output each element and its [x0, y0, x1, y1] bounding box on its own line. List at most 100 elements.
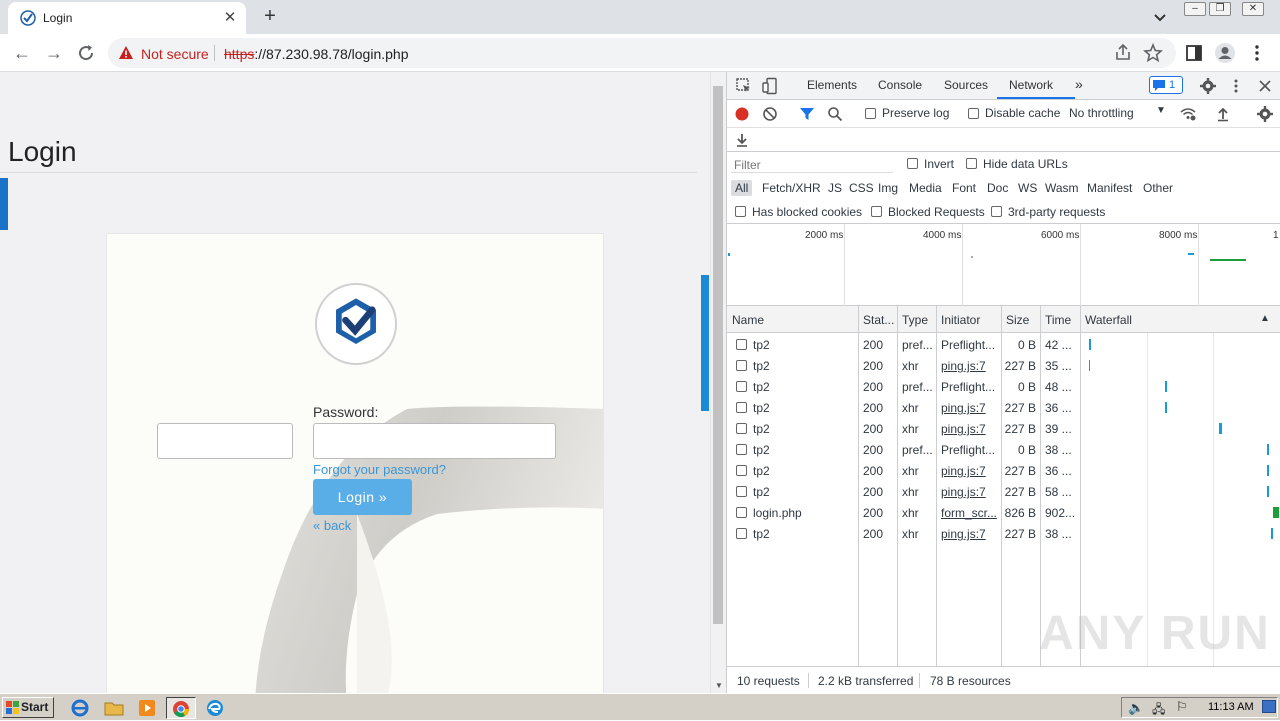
device-toolbar-icon[interactable] — [761, 77, 779, 95]
table-row[interactable]: tp2 200 xhr ping.js:7 227 B 38 ... — [727, 523, 1280, 544]
volume-icon[interactable]: 🔈 — [1128, 700, 1144, 716]
internet-explorer-icon[interactable] — [68, 697, 92, 719]
restore-window-button[interactable]: ❐ — [1209, 2, 1231, 16]
type-filter-other[interactable]: Other — [1143, 181, 1173, 195]
network-conditions-icon[interactable] — [1179, 105, 1197, 123]
throttling-dropdown-icon[interactable]: ▼ — [1156, 105, 1166, 116]
search-icon[interactable] — [826, 105, 844, 123]
reload-icon[interactable] — [74, 41, 98, 65]
row-checkbox[interactable] — [736, 486, 747, 497]
table-row[interactable]: tp2 200 xhr ping.js:7 227 B 35 ... — [727, 355, 1280, 376]
tab-sources[interactable]: Sources — [944, 78, 988, 92]
back-arrow-icon[interactable]: ← — [10, 41, 34, 65]
tab-console[interactable]: Console — [878, 78, 922, 92]
import-har-upload-icon[interactable] — [1214, 105, 1232, 123]
tab-close-icon[interactable]: ✕ — [220, 8, 240, 28]
third-party-checkbox[interactable] — [991, 206, 1002, 217]
type-filter-font[interactable]: Font — [952, 181, 976, 195]
close-devtools-icon[interactable] — [1256, 77, 1274, 95]
tab-search-chevron-down-icon[interactable] — [1150, 7, 1170, 27]
request-initiator[interactable]: ping.js:7 — [941, 359, 997, 373]
request-initiator[interactable]: ping.js:7 — [941, 527, 997, 541]
tab-elements[interactable]: Elements — [807, 78, 857, 92]
network-settings-gear-icon[interactable] — [1256, 105, 1274, 123]
request-initiator[interactable]: ping.js:7 — [941, 464, 997, 478]
browser-tab[interactable]: Login ✕ — [8, 2, 246, 34]
table-row[interactable]: tp2 200 xhr ping.js:7 227 B 39 ... — [727, 418, 1280, 439]
type-filter-img[interactable]: Img — [878, 181, 898, 195]
row-checkbox[interactable] — [736, 465, 747, 476]
type-filter-js[interactable]: JS — [828, 181, 842, 195]
side-panel-icon[interactable] — [1183, 42, 1205, 64]
table-row[interactable]: tp2 200 pref... Preflight... 0 B 48 ... — [727, 376, 1280, 397]
column-header-time[interactable]: Time — [1045, 313, 1071, 327]
preserve-log-checkbox[interactable] — [865, 108, 876, 119]
filter-funnel-icon[interactable] — [798, 105, 816, 123]
table-row[interactable]: login.php 200 xhr form_scr... 826 B 902... — [727, 502, 1280, 523]
record-icon[interactable] — [733, 105, 751, 123]
address-bar[interactable]: Not secure https://87.230.98.78/login.ph… — [108, 38, 1176, 68]
devtools-menu-icon[interactable] — [1227, 77, 1245, 95]
start-button[interactable]: Start — [2, 697, 54, 718]
request-initiator[interactable]: ping.js:7 — [941, 401, 997, 415]
type-filter-wasm[interactable]: Wasm — [1045, 181, 1079, 195]
row-checkbox[interactable] — [736, 444, 747, 455]
back-link[interactable]: « back — [313, 518, 351, 533]
request-name[interactable]: tp2 — [753, 338, 853, 352]
column-header-size[interactable]: Size — [1006, 313, 1029, 327]
tab-network[interactable]: Network — [1009, 78, 1053, 92]
type-filter-manifest[interactable]: Manifest — [1087, 181, 1132, 195]
request-initiator[interactable]: ping.js:7 — [941, 485, 997, 499]
row-checkbox[interactable] — [736, 402, 747, 413]
forgot-password-link[interactable]: Forgot your password? — [313, 462, 446, 477]
settings-gear-icon[interactable] — [1199, 77, 1217, 95]
request-name[interactable]: tp2 — [753, 422, 853, 436]
file-explorer-icon[interactable] — [102, 697, 126, 719]
issues-badge[interactable]: 1 — [1149, 76, 1183, 94]
network-tray-icon[interactable]: 🖧 — [1152, 700, 1165, 721]
type-filter-media[interactable]: Media — [909, 181, 942, 195]
column-header-status[interactable]: Stat... — [863, 313, 894, 327]
minimize-window-button[interactable]: – — [1184, 2, 1206, 16]
row-checkbox[interactable] — [736, 528, 747, 539]
password-field[interactable] — [313, 423, 556, 459]
inspect-element-icon[interactable] — [735, 77, 753, 95]
hide-data-urls-checkbox[interactable] — [966, 158, 977, 169]
request-initiator[interactable]: form_scr... — [941, 506, 997, 520]
request-name[interactable]: tp2 — [753, 485, 853, 499]
request-name[interactable]: tp2 — [753, 464, 853, 478]
column-header-initiator[interactable]: Initiator — [941, 313, 980, 327]
taskbar-clock[interactable]: 11:13 AM — [1208, 701, 1254, 713]
not-secure-label[interactable]: Not secure — [141, 46, 209, 62]
request-name[interactable]: tp2 — [753, 443, 853, 457]
filter-input[interactable]: Filter — [731, 155, 893, 173]
throttling-select[interactable]: No throttling — [1069, 106, 1134, 120]
table-row[interactable]: tp2 200 pref... Preflight... 0 B 38 ... — [727, 439, 1280, 460]
export-har-download-icon[interactable] — [733, 131, 751, 149]
profile-avatar-icon[interactable] — [1214, 42, 1236, 64]
table-row[interactable]: tp2 200 xhr ping.js:7 227 B 36 ... — [727, 397, 1280, 418]
row-checkbox[interactable] — [736, 339, 747, 350]
type-filter-css[interactable]: CSS — [849, 181, 874, 195]
row-checkbox[interactable] — [736, 507, 747, 518]
action-center-flag-icon[interactable]: ⚐ — [1176, 699, 1188, 715]
new-tab-button[interactable]: + — [258, 4, 282, 28]
table-row[interactable]: tp2 200 pref... Preflight... 0 B 42 ... — [727, 334, 1280, 355]
media-player-icon[interactable] — [135, 697, 159, 719]
column-header-name[interactable]: Name — [732, 313, 764, 327]
url-text[interactable]: https://87.230.98.78/login.php — [224, 46, 409, 62]
column-header-waterfall[interactable]: Waterfall — [1085, 313, 1132, 327]
type-filter-all[interactable]: All — [731, 180, 753, 196]
type-filter-doc[interactable]: Doc — [987, 181, 1008, 195]
has-blocked-cookies-checkbox[interactable] — [735, 206, 746, 217]
blocked-requests-checkbox[interactable] — [871, 206, 882, 217]
row-checkbox[interactable] — [736, 423, 747, 434]
scroll-down-arrow-icon[interactable]: ▼ — [713, 681, 725, 691]
show-desktop-icon[interactable] — [1262, 700, 1276, 713]
network-overview-timeline[interactable]: 2000 ms 4000 ms 6000 ms 8000 ms 1 — [727, 224, 1280, 306]
clear-icon[interactable] — [761, 105, 779, 123]
request-name[interactable]: tp2 — [753, 380, 853, 394]
edge-icon[interactable] — [203, 697, 227, 719]
invert-checkbox[interactable] — [907, 158, 918, 169]
row-checkbox[interactable] — [736, 381, 747, 392]
